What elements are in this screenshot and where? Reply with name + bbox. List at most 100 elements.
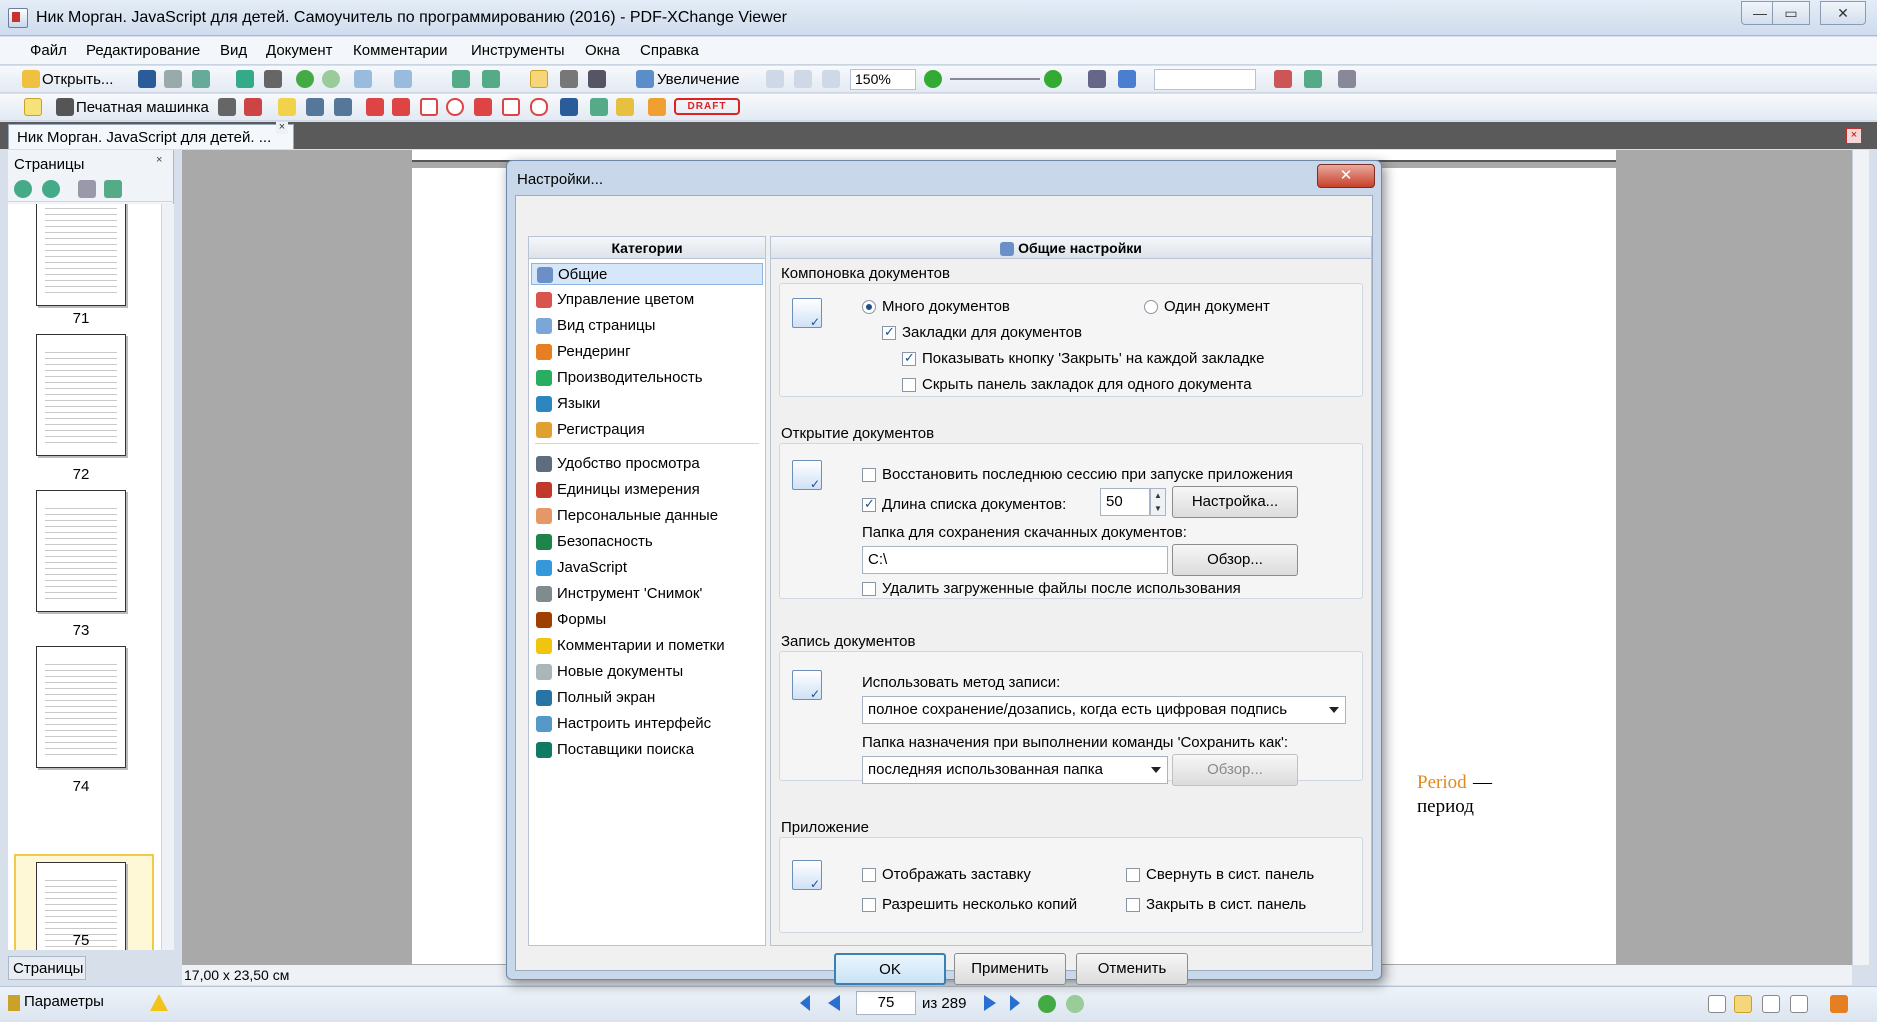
typewriter-icon[interactable] [56, 98, 74, 116]
dialog-close-button[interactable]: ✕ [1317, 164, 1375, 188]
category-item[interactable]: Формы [531, 609, 763, 631]
cloud-icon[interactable] [530, 98, 548, 116]
eraser-icon[interactable] [616, 98, 634, 116]
menu-help[interactable]: Справка [640, 42, 699, 59]
typewriter-button[interactable]: Печатная машинка [76, 99, 209, 116]
close-document-icon[interactable]: × [1846, 128, 1862, 144]
category-item[interactable]: Производительность [531, 367, 763, 389]
hand-tool-icon[interactable] [530, 70, 548, 88]
rectangle-icon[interactable] [420, 98, 438, 116]
find-icon[interactable] [1088, 70, 1106, 88]
text-box-icon[interactable] [218, 98, 236, 116]
close-tray-checkbox[interactable] [1126, 898, 1140, 912]
list-length-checkbox[interactable] [862, 496, 876, 512]
multi-instance-checkbox[interactable] [862, 898, 876, 912]
stamp-icon[interactable] [648, 98, 666, 116]
menu-tools[interactable]: Инструменты [471, 42, 565, 59]
menu-file[interactable]: Файл [30, 42, 67, 59]
thumbnail[interactable] [36, 204, 126, 306]
redo-icon[interactable] [394, 70, 412, 88]
thumb-print-icon[interactable] [78, 180, 96, 198]
back-icon[interactable] [296, 70, 314, 88]
export-icon[interactable] [192, 70, 210, 88]
previous-page-icon[interactable] [828, 995, 840, 1011]
list-length-input[interactable]: 50 [1100, 488, 1150, 516]
ellipse-icon[interactable] [446, 98, 464, 116]
category-item[interactable]: Инструмент 'Снимок' [531, 583, 763, 605]
continuous-page-icon[interactable] [1734, 995, 1752, 1013]
list-length-spinner[interactable]: ▲ ▼ [1150, 488, 1166, 516]
rotate-right-icon[interactable] [482, 70, 500, 88]
category-item[interactable]: Управление цветом [531, 289, 763, 311]
search-input[interactable] [1154, 69, 1256, 90]
category-item[interactable]: Комментарии и пометки [531, 635, 763, 657]
pages-panel-close-icon[interactable]: × [156, 154, 162, 166]
category-item[interactable]: Поставщики поиска [531, 739, 763, 761]
save-as-browse-button[interactable]: Обзор... [1172, 754, 1298, 786]
download-folder-input[interactable]: C:\ [862, 546, 1168, 574]
delete-downloaded-checkbox[interactable] [862, 582, 876, 596]
thumb-zoom-in-icon[interactable] [14, 180, 32, 198]
zoom-in-icon[interactable] [1044, 70, 1062, 88]
save-icon[interactable] [138, 70, 156, 88]
menu-edit[interactable]: Редактирование [86, 42, 200, 59]
status-tool-icon[interactable] [1830, 995, 1848, 1013]
menu-view[interactable]: Вид [220, 42, 247, 59]
category-item[interactable]: Удобство просмотра [531, 453, 763, 475]
sign-icon[interactable] [1274, 70, 1292, 88]
menu-comments[interactable]: Комментарии [353, 42, 447, 59]
category-item[interactable]: Персональные данные [531, 505, 763, 527]
category-item[interactable]: Языки [531, 393, 763, 415]
download-browse-button[interactable]: Обзор... [1172, 544, 1298, 576]
pencil-icon[interactable] [590, 98, 608, 116]
rotate-left-icon[interactable] [452, 70, 470, 88]
ok-button[interactable]: OK [834, 953, 946, 985]
underline-icon[interactable] [334, 98, 352, 116]
customize-toolbar-icon[interactable] [1338, 70, 1356, 88]
print-icon[interactable] [164, 70, 182, 88]
thumbnail[interactable] [36, 490, 126, 612]
select-text-icon[interactable] [588, 70, 606, 88]
facing-pages-icon[interactable] [1762, 995, 1780, 1013]
hide-tabs-checkbox[interactable] [902, 378, 916, 392]
category-item[interactable]: Новые документы [531, 661, 763, 683]
open-folder-icon[interactable] [22, 70, 40, 88]
nav-back-icon[interactable] [1038, 995, 1056, 1013]
thumbnail[interactable] [36, 334, 126, 456]
zoom-slider[interactable] [950, 78, 1040, 80]
tab-close-icon[interactable]: × [276, 122, 288, 134]
category-item[interactable]: Безопасность [531, 531, 763, 553]
close-window-button[interactable]: ✕ [1820, 1, 1866, 25]
document-tab[interactable]: Ник Морган. JavaScript для детей. ... [8, 124, 294, 149]
cancel-button[interactable]: Отменить [1076, 953, 1188, 985]
thumbnail-scrollbar[interactable] [161, 204, 174, 950]
category-item[interactable]: Настроить интерфейс [531, 713, 763, 735]
apply-button[interactable]: Применить [954, 953, 1066, 985]
category-item[interactable]: Регистрация [531, 419, 763, 441]
callout-icon[interactable] [244, 98, 262, 116]
last-page-icon[interactable] [1010, 995, 1020, 1011]
note-icon[interactable] [24, 98, 42, 116]
pin-icon[interactable] [560, 98, 578, 116]
actual-size-icon[interactable] [766, 70, 784, 88]
category-item[interactable]: Рендеринг [531, 341, 763, 363]
category-item[interactable]: Общие [531, 263, 763, 285]
save-method-dropdown[interactable]: полное сохранение/дозапись, когда есть ц… [862, 696, 1346, 724]
nav-forward-icon[interactable] [1066, 995, 1084, 1013]
arrow-icon[interactable] [366, 98, 384, 116]
category-item[interactable]: Единицы измерения [531, 479, 763, 501]
polyline-icon[interactable] [474, 98, 492, 116]
zoom-level-field[interactable]: 150% [850, 69, 916, 90]
many-documents-radio[interactable] [862, 300, 876, 314]
page-number-input[interactable]: 75 [856, 991, 916, 1015]
pages-bottom-tab[interactable]: Страницы [8, 956, 86, 980]
single-page-icon[interactable] [1708, 995, 1726, 1013]
first-page-icon[interactable] [800, 995, 810, 1011]
list-setup-button[interactable]: Настройка... [1172, 486, 1298, 518]
thumbnail-list[interactable]: 71 72 73 74 75 [8, 204, 161, 950]
next-page-icon[interactable] [984, 995, 996, 1011]
line-icon[interactable] [392, 98, 410, 116]
warning-icon[interactable] [150, 994, 168, 1011]
draft-stamp[interactable]: DRAFT [674, 98, 740, 115]
forward-icon[interactable] [322, 70, 340, 88]
